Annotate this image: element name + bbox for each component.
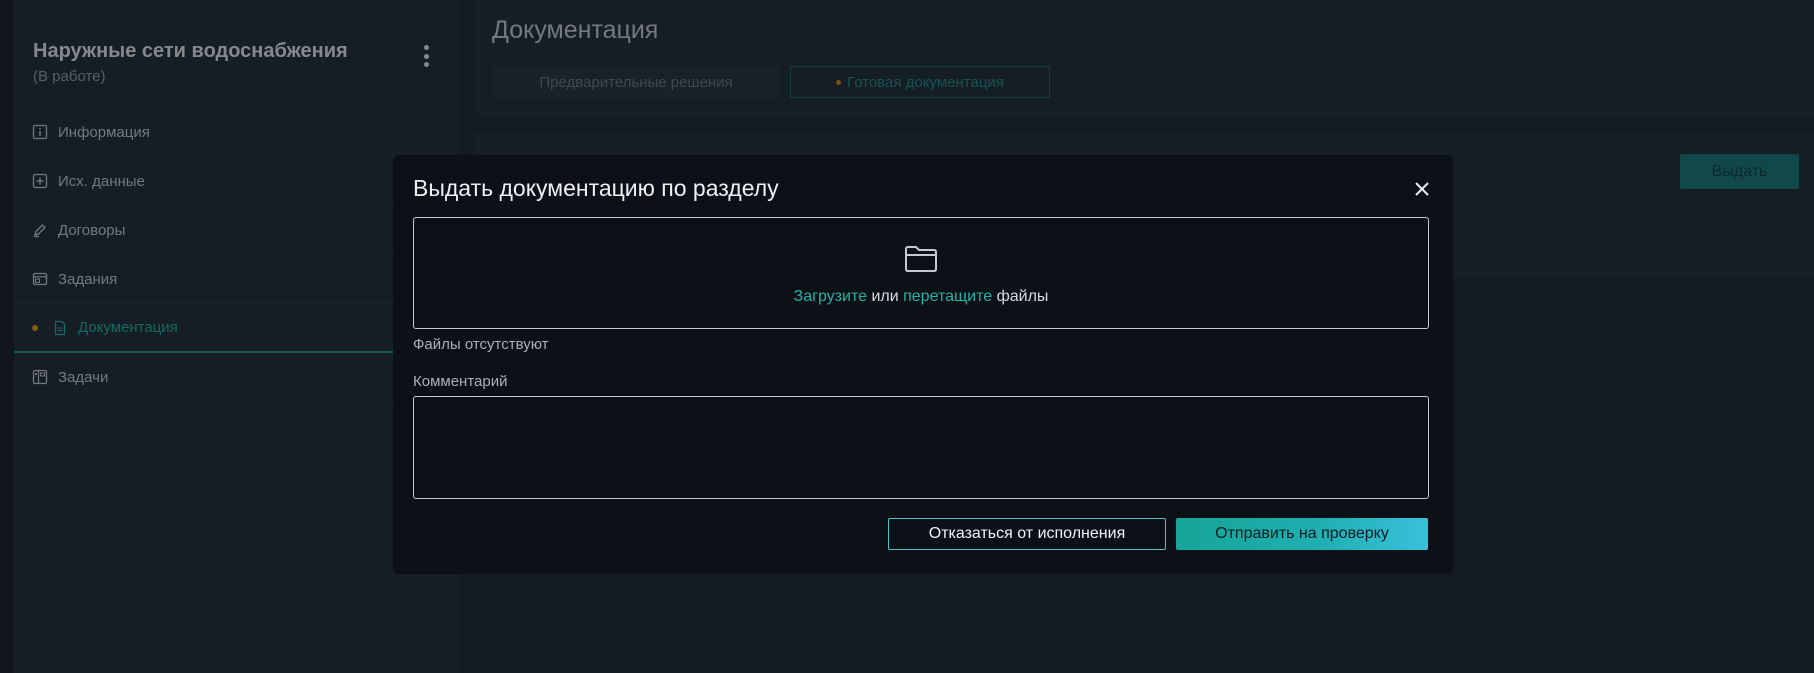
comment-field[interactable]: [413, 396, 1429, 499]
files-empty-text: Файлы отсутствуют: [413, 336, 549, 353]
close-button[interactable]: [1410, 177, 1434, 201]
close-icon: [1415, 182, 1429, 196]
modal-title: Выдать документацию по разделу: [413, 175, 779, 201]
folder-icon: [905, 246, 937, 272]
submit-for-review-button[interactable]: Отправить на проверку: [1176, 518, 1428, 550]
refuse-button[interactable]: Отказаться от исполнения: [888, 518, 1166, 550]
issue-documentation-modal: Выдать документацию по разделу Загрузите…: [393, 155, 1453, 574]
file-dropzone[interactable]: Загрузите или перетащите файлы: [413, 217, 1429, 329]
upload-link[interactable]: Загрузите: [794, 288, 867, 305]
drag-link[interactable]: перетащите: [903, 288, 992, 305]
dropzone-files: файлы: [996, 288, 1049, 305]
dropzone-or: или: [871, 288, 899, 305]
comment-label: Комментарий: [413, 373, 508, 390]
dropzone-text: Загрузите или перетащите файлы: [414, 288, 1428, 306]
